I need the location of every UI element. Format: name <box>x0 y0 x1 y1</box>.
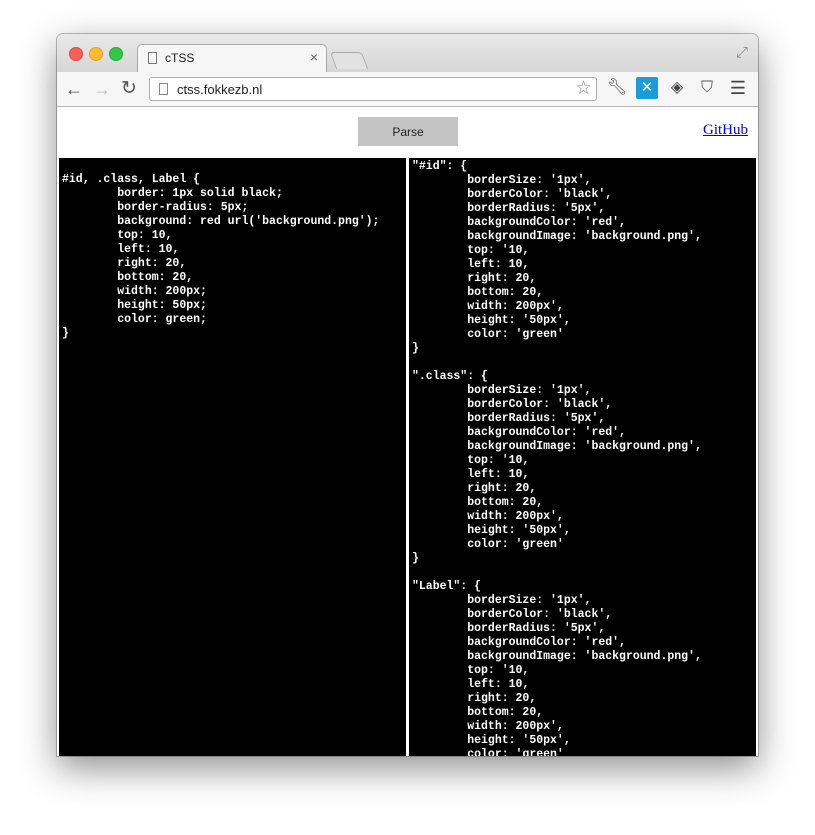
github-link[interactable]: GitHub <box>703 122 748 139</box>
tab-title: cTSS <box>165 51 195 65</box>
pocket-icon[interactable]: ⛉ <box>696 77 718 99</box>
url-text[interactable]: ctss.fokkezb.nl <box>177 82 262 97</box>
tab-close-icon[interactable]: × <box>310 49 318 65</box>
menu-icon[interactable]: ☰ <box>727 77 749 99</box>
minimize-window-button[interactable] <box>89 47 103 61</box>
blue-extension-icon[interactable]: ✕ <box>636 77 658 99</box>
input-editor[interactable]: #id, .class, Label { border: 1px solid b… <box>59 158 406 756</box>
new-tab-button[interactable] <box>329 52 369 69</box>
layers-icon[interactable]: ◈ <box>666 77 688 99</box>
output-panel[interactable]: "#id": { borderSize: '1px', borderColor:… <box>409 158 756 756</box>
fullscreen-icon[interactable]: ⤢ <box>736 44 748 61</box>
star-icon[interactable]: ☆ <box>575 78 592 100</box>
zoom-window-button[interactable] <box>109 47 123 61</box>
parse-button[interactable]: Parse <box>358 117 458 146</box>
page-content: Parse GitHub #id, .class, Label { border… <box>57 107 758 756</box>
close-window-button[interactable] <box>69 47 83 61</box>
wrench-icon[interactable]: 🔧︎ <box>606 77 628 99</box>
tab-strip: cTSS × ⤢ <box>57 34 758 72</box>
browser-toolbar: ← → ↻ ctss.fokkezb.nl ☆ 🔧︎ ✕ ◈ ⛉ ☰ <box>57 72 758 107</box>
browser-window: cTSS × ⤢ ← → ↻ ctss.fokkezb.nl ☆ 🔧︎ ✕ ◈ … <box>57 34 758 756</box>
page-icon <box>148 52 157 64</box>
reload-icon[interactable]: ↻ <box>121 78 137 100</box>
forward-arrow-icon[interactable]: → <box>93 78 111 100</box>
browser-tab[interactable]: cTSS × <box>137 44 327 72</box>
address-bar[interactable]: ctss.fokkezb.nl ☆ <box>149 77 597 101</box>
back-arrow-icon[interactable]: ← <box>65 78 83 100</box>
page-icon <box>159 83 168 95</box>
